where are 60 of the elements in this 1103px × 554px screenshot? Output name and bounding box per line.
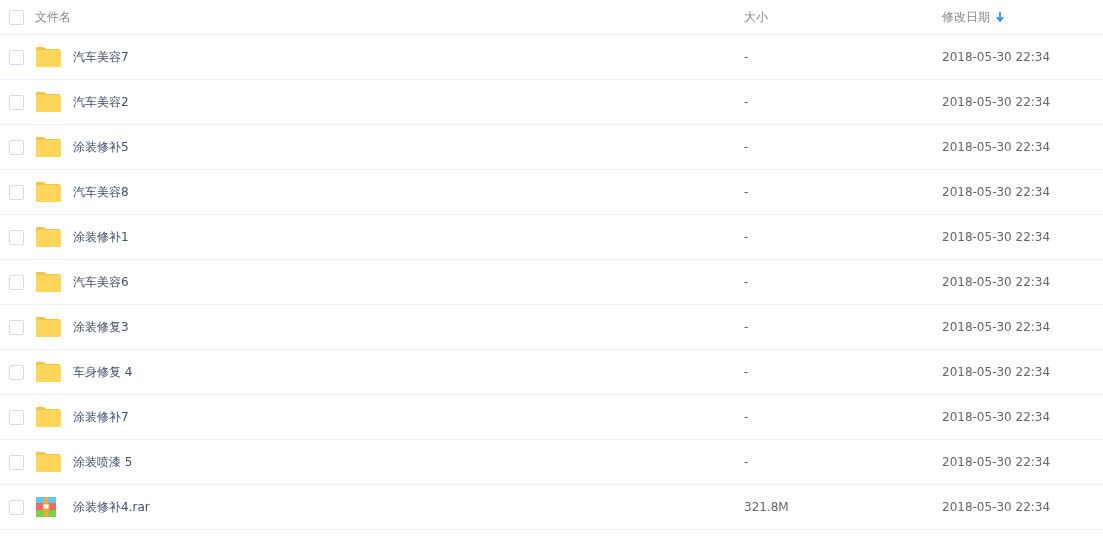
folder-icon [35, 271, 61, 293]
file-name[interactable]: 涂装修补7 [73, 408, 744, 426]
file-size: - [744, 455, 750, 469]
folder-icon [35, 181, 61, 203]
file-size: - [744, 410, 750, 424]
row-checkbox[interactable] [9, 49, 24, 65]
file-size: - [744, 185, 750, 199]
folder-icon [35, 226, 61, 248]
modified-date: 2018-05-30 22:34 [942, 230, 1052, 244]
modified-date: 2018-05-30 22:34 [942, 275, 1052, 289]
modified-date: 2018-05-30 22:34 [942, 140, 1052, 154]
row-checkbox[interactable] [9, 94, 24, 110]
row-checkbox[interactable] [9, 364, 24, 380]
file-name[interactable]: 车身修复 4 [73, 363, 744, 381]
folder-icon [35, 361, 61, 383]
file-name[interactable]: 汽车美容7 [73, 48, 744, 66]
column-header[interactable]: 大小 [744, 8, 768, 26]
column-header[interactable]: 文件名 [35, 8, 71, 26]
file-size: - [744, 95, 750, 109]
column-header[interactable]: 修改日期 [942, 8, 990, 26]
row-checkbox[interactable] [9, 274, 24, 290]
file-name[interactable]: 涂装修复3 [73, 318, 744, 336]
modified-date: 2018-05-30 22:34 [942, 410, 1052, 424]
modified-date: 2018-05-30 22:34 [942, 185, 1052, 199]
row-checkbox[interactable] [9, 499, 24, 515]
file-name[interactable]: 涂装修补5 [73, 138, 744, 156]
modified-date: 2018-05-30 22:34 [942, 95, 1052, 109]
modified-date: 2018-05-30 22:34 [942, 500, 1052, 514]
folder-icon [35, 451, 61, 473]
row-checkbox[interactable] [9, 184, 24, 200]
folder-icon [35, 316, 61, 338]
file-size: 321.8M [744, 500, 790, 514]
modified-date: 2018-05-30 22:34 [942, 320, 1052, 334]
file-size: - [744, 140, 750, 154]
file-size: - [744, 275, 750, 289]
sort-arrow-icon [996, 12, 1004, 22]
folder-icon [35, 136, 61, 158]
file-size: - [744, 365, 750, 379]
row-checkbox[interactable] [9, 229, 24, 245]
row-checkbox[interactable] [9, 454, 24, 470]
file-size: - [744, 50, 750, 64]
folder-icon [35, 46, 61, 68]
file-name[interactable]: 涂装修补4.rar [73, 498, 744, 516]
modified-date: 2018-05-30 22:34 [942, 50, 1052, 64]
folder-icon [35, 406, 61, 428]
row-checkbox[interactable] [9, 319, 24, 335]
file-name[interactable]: 汽车美容2 [73, 93, 744, 111]
row-checkbox[interactable] [9, 409, 24, 425]
row-checkbox[interactable] [9, 139, 24, 155]
file-name[interactable]: 汽车美容6 [73, 273, 744, 291]
file-name[interactable]: 涂装修补1 [73, 228, 744, 246]
file-name[interactable]: 汽车美容8 [73, 183, 744, 201]
file-size: - [744, 230, 750, 244]
file-size: - [744, 320, 750, 334]
modified-date: 2018-05-30 22:34 [942, 365, 1052, 379]
file-name[interactable]: 涂装喷漆 5 [73, 453, 744, 471]
folder-icon [35, 91, 61, 113]
modified-date: 2018-05-30 22:34 [942, 455, 1052, 469]
select-all-checkbox[interactable] [9, 9, 24, 25]
archive-icon [35, 497, 57, 517]
